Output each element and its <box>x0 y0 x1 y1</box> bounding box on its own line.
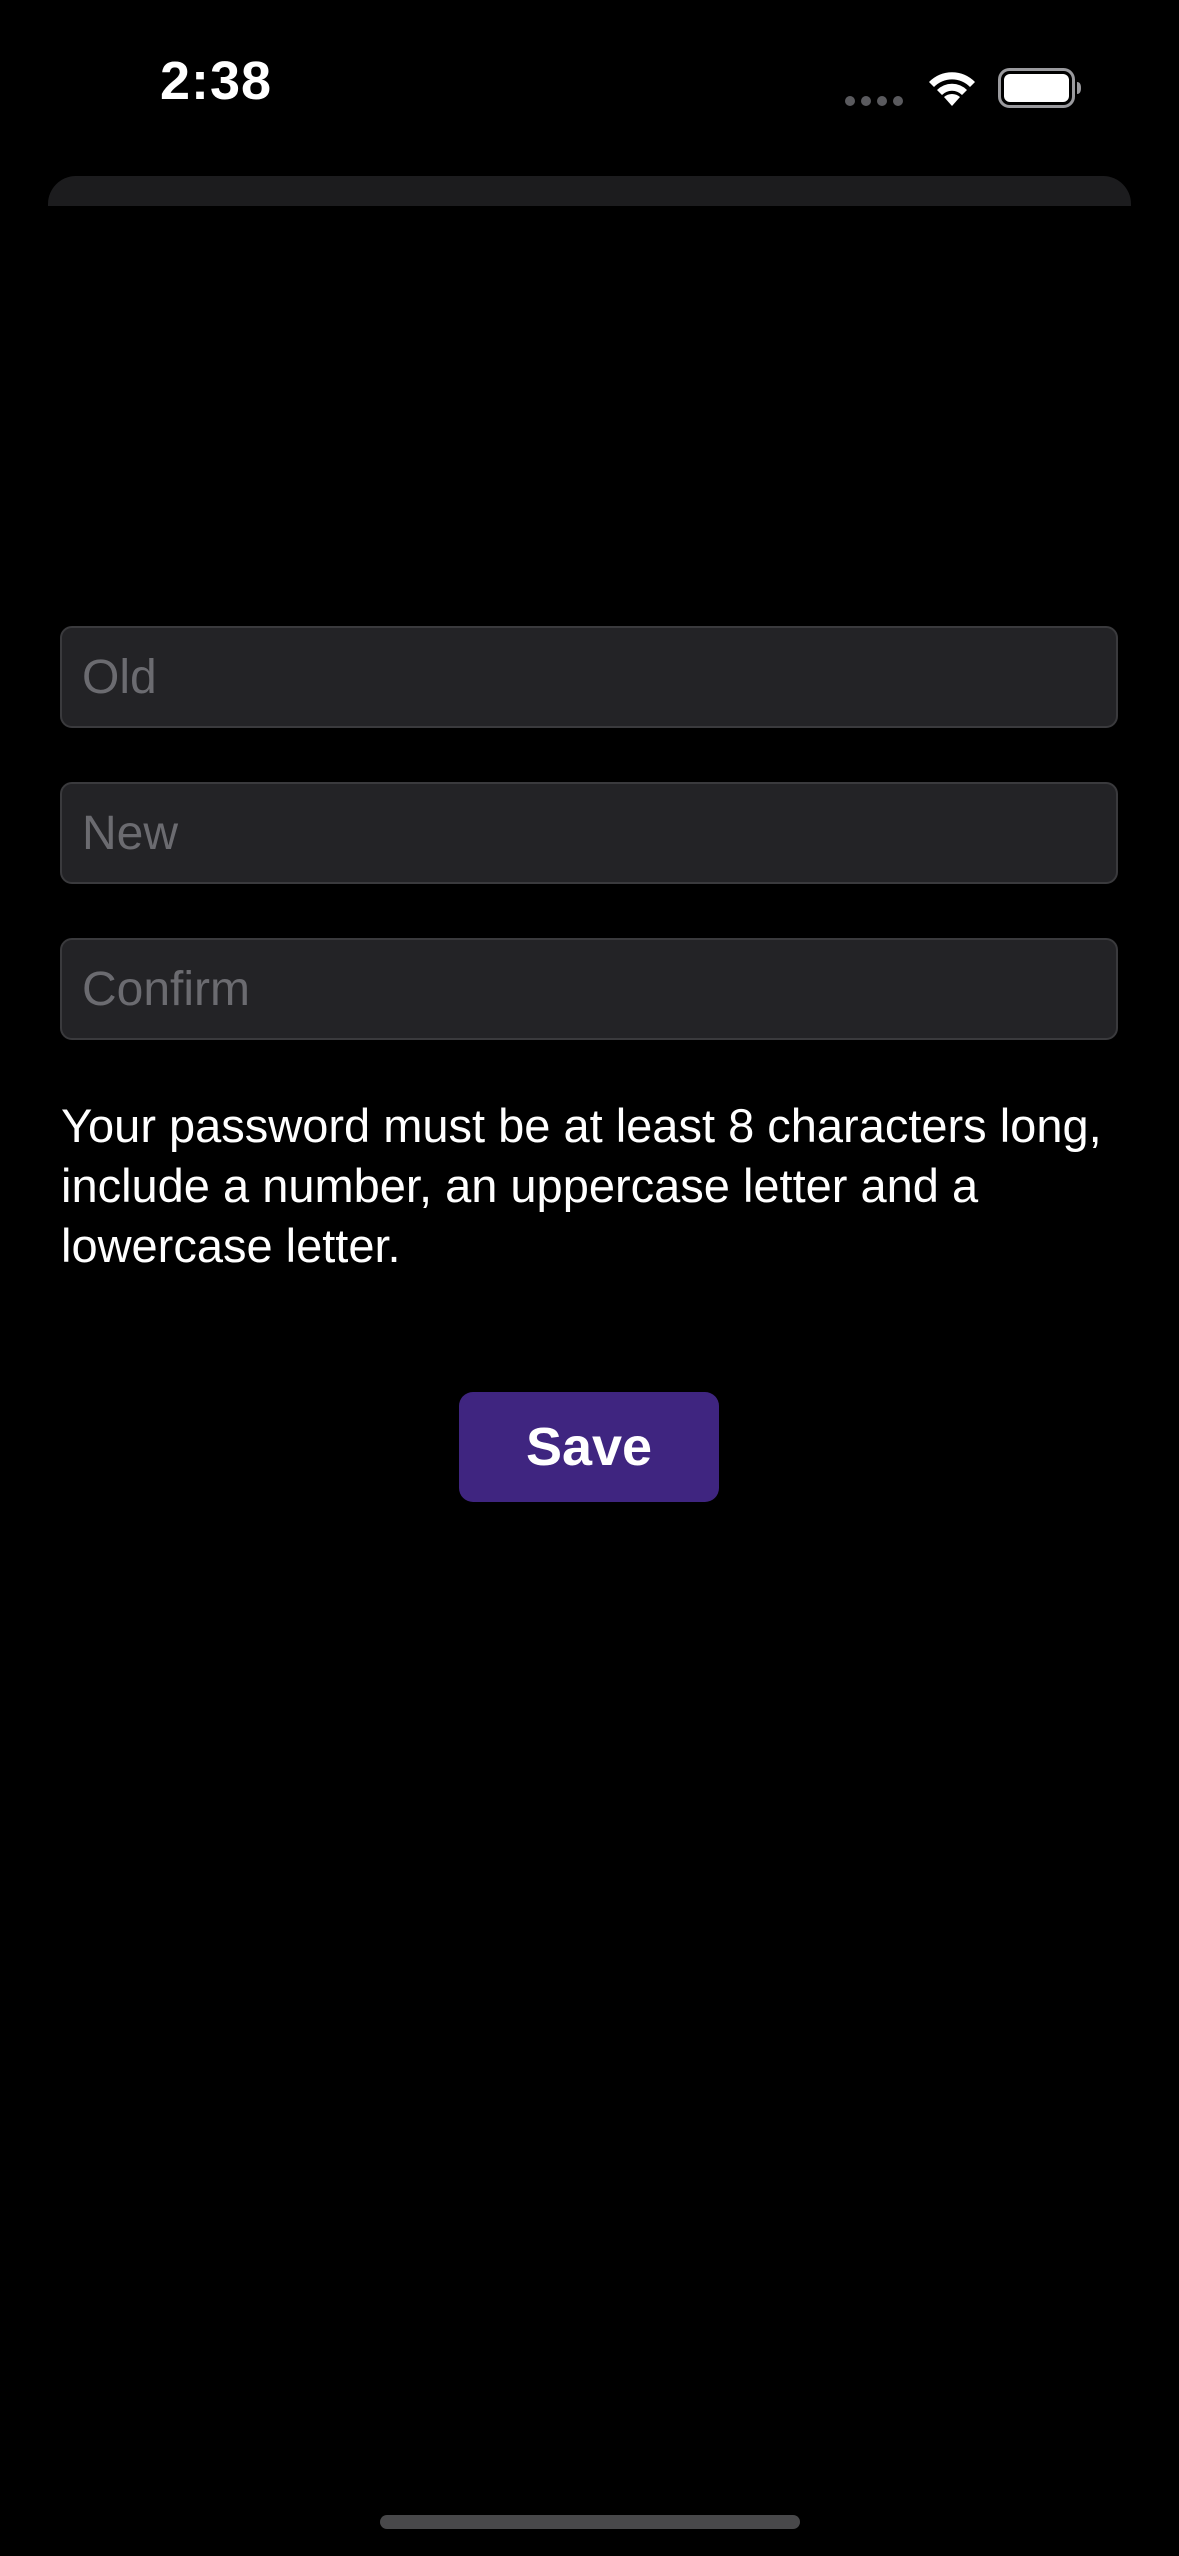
password-requirements-text: Your password must be at least 8 charact… <box>61 1099 1102 1272</box>
new-password-input[interactable] <box>62 784 1116 882</box>
status-time: 2:38 <box>160 51 273 111</box>
sheet-top-edge <box>48 176 1131 206</box>
save-button[interactable]: Save <box>459 1392 719 1502</box>
wifi-icon <box>929 72 975 106</box>
status-bar: 2:38 <box>0 0 1179 150</box>
home-indicator[interactable] <box>380 2515 800 2529</box>
battery-icon <box>998 68 1081 108</box>
cellular-signal-icon <box>845 96 905 106</box>
new-password-field[interactable] <box>60 782 1118 884</box>
confirm-password-field[interactable] <box>60 938 1118 1040</box>
old-password-input[interactable] <box>62 628 1116 726</box>
old-password-field[interactable] <box>60 626 1118 728</box>
confirm-password-input[interactable] <box>62 940 1116 1038</box>
